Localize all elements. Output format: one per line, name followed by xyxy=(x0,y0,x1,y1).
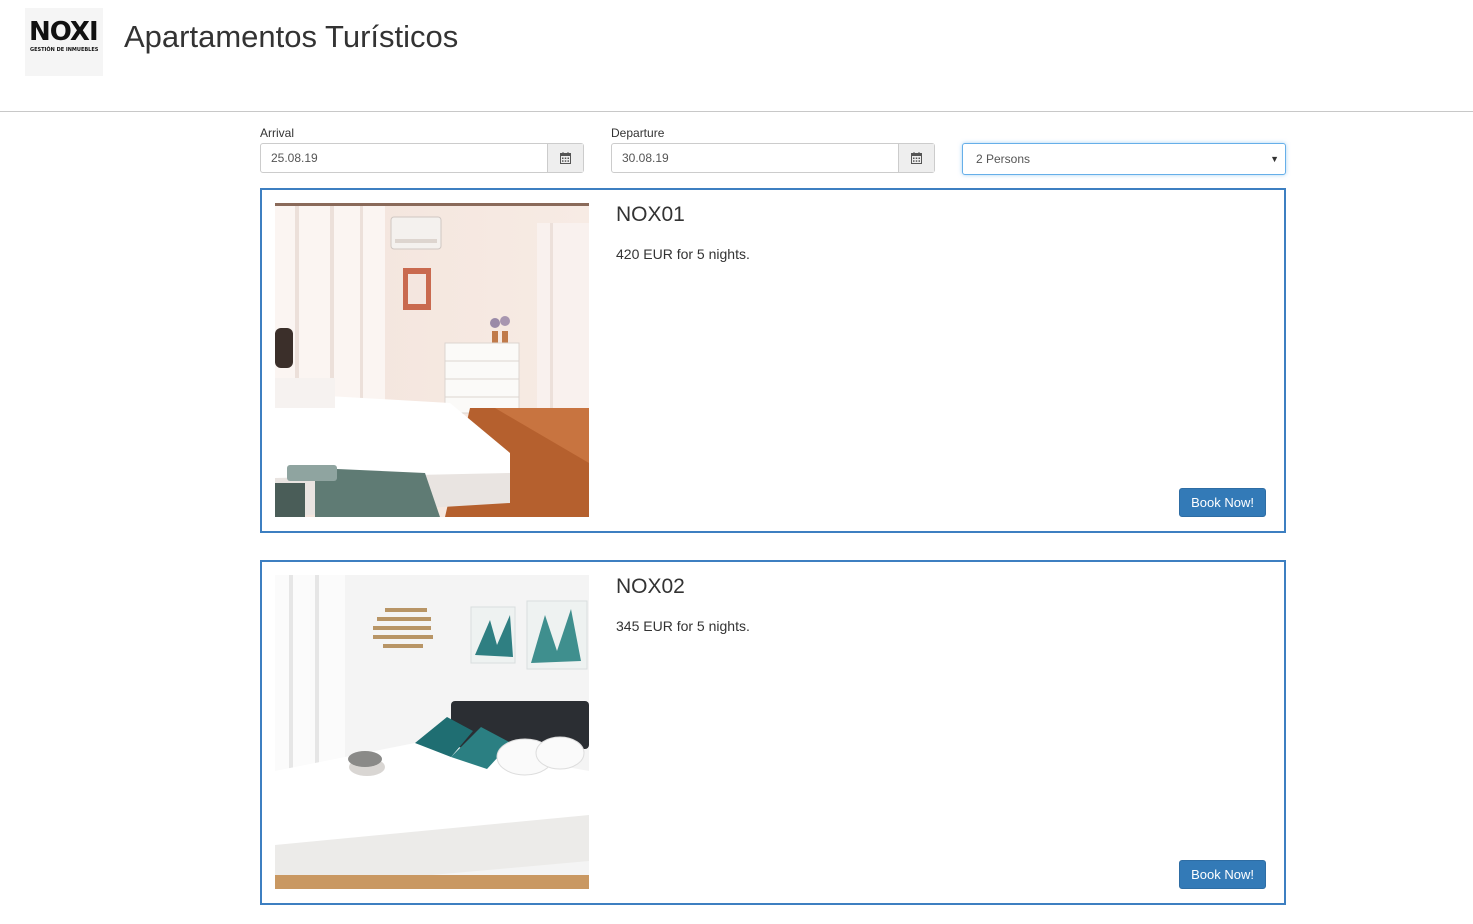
listing-price: 420 EUR for 5 nights. xyxy=(616,246,750,262)
arrival-input[interactable] xyxy=(261,144,547,172)
page-title: Apartamentos Turísticos xyxy=(124,19,459,54)
caret-down-icon: ▼ xyxy=(1270,154,1279,164)
logo-text: NOXI xyxy=(29,17,99,47)
arrival-date-picker xyxy=(260,143,584,173)
apartment-photo[interactable] xyxy=(275,203,589,517)
calendar-icon[interactable] xyxy=(898,144,934,172)
listing-name: NOX02 xyxy=(616,575,685,598)
listing-card: NOX01 420 EUR for 5 nights. Book Now! xyxy=(260,188,1286,533)
site-header: NOXI GESTIÓN DE INMUEBLES Apartamentos T… xyxy=(0,0,1473,112)
logo-subtext: GESTIÓN DE INMUEBLES xyxy=(30,47,99,53)
departure-date-picker xyxy=(611,143,935,173)
calendar-icon[interactable] xyxy=(547,144,583,172)
arrival-label: Arrival xyxy=(260,126,295,140)
listing-card: NOX02 345 EUR for 5 nights. Book Now! xyxy=(260,560,1286,905)
persons-select[interactable]: 2 Persons ▼ xyxy=(962,143,1286,175)
listing-name: NOX01 xyxy=(616,203,685,226)
noxi-logo[interactable]: NOXI GESTIÓN DE INMUEBLES xyxy=(25,8,103,76)
book-now-button[interactable]: Book Now! xyxy=(1179,488,1266,517)
persons-select-value: 2 Persons xyxy=(976,152,1031,166)
listing-price: 345 EUR for 5 nights. xyxy=(616,618,750,634)
departure-label: Departure xyxy=(611,126,665,140)
departure-input[interactable] xyxy=(612,144,898,172)
apartment-photo[interactable] xyxy=(275,575,589,889)
book-now-button[interactable]: Book Now! xyxy=(1179,860,1266,889)
